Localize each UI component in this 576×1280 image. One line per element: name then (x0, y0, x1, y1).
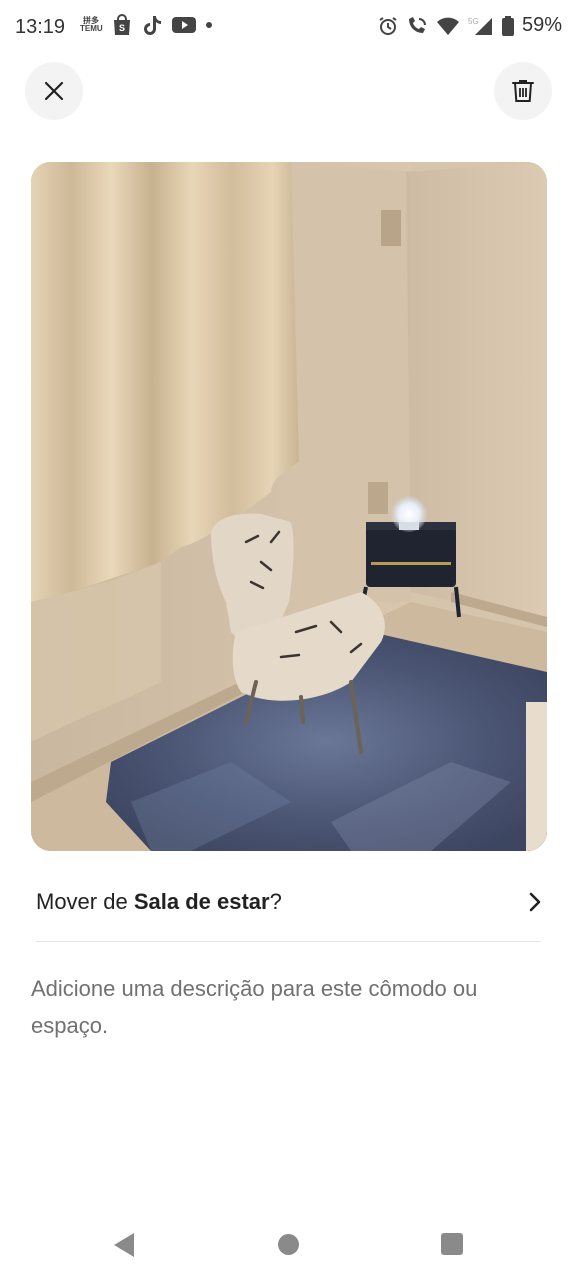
wifi-icon (436, 17, 459, 35)
trash-icon (512, 80, 534, 102)
tiktok-icon (144, 16, 161, 35)
status-bar: 13:19 拼多 TEMU S 5G 59% (0, 0, 576, 56)
alarm-icon (379, 16, 397, 35)
svg-text:5G: 5G (468, 17, 479, 26)
battery-percentage: 59% (521, 14, 562, 36)
more-notifications-icon (206, 22, 212, 28)
shopping-bag-icon: S (114, 14, 130, 35)
home-icon[interactable] (278, 1234, 299, 1255)
delete-button[interactable] (494, 62, 552, 120)
room-name: Sala de estar (133, 889, 270, 914)
signal-5g-icon: 5G (468, 17, 492, 35)
back-icon[interactable] (112, 1232, 136, 1258)
system-icons: 5G 59% (378, 14, 562, 37)
close-button[interactable] (25, 62, 83, 120)
status-time: 13:19 (15, 16, 66, 38)
recents-icon[interactable] (441, 1233, 463, 1255)
room-photo[interactable] (31, 162, 547, 851)
close-icon (44, 81, 64, 101)
move-room-row[interactable]: Mover de Sala de estar? (36, 872, 542, 932)
battery-icon (501, 15, 514, 36)
move-room-text: Mover de Sala de estar? (36, 889, 282, 914)
navigation-bar (0, 1210, 576, 1280)
chevron-right-icon (529, 892, 541, 912)
wifi-call-icon (408, 16, 426, 33)
notification-icons: 拼多 TEMU S (80, 14, 212, 36)
temu-icon: 拼多 TEMU (80, 16, 103, 33)
youtube-icon (172, 17, 196, 33)
svg-text:S: S (119, 23, 125, 33)
divider (36, 941, 541, 942)
description-field[interactable]: Adicione uma descrição para este cômodo … (31, 970, 551, 1044)
